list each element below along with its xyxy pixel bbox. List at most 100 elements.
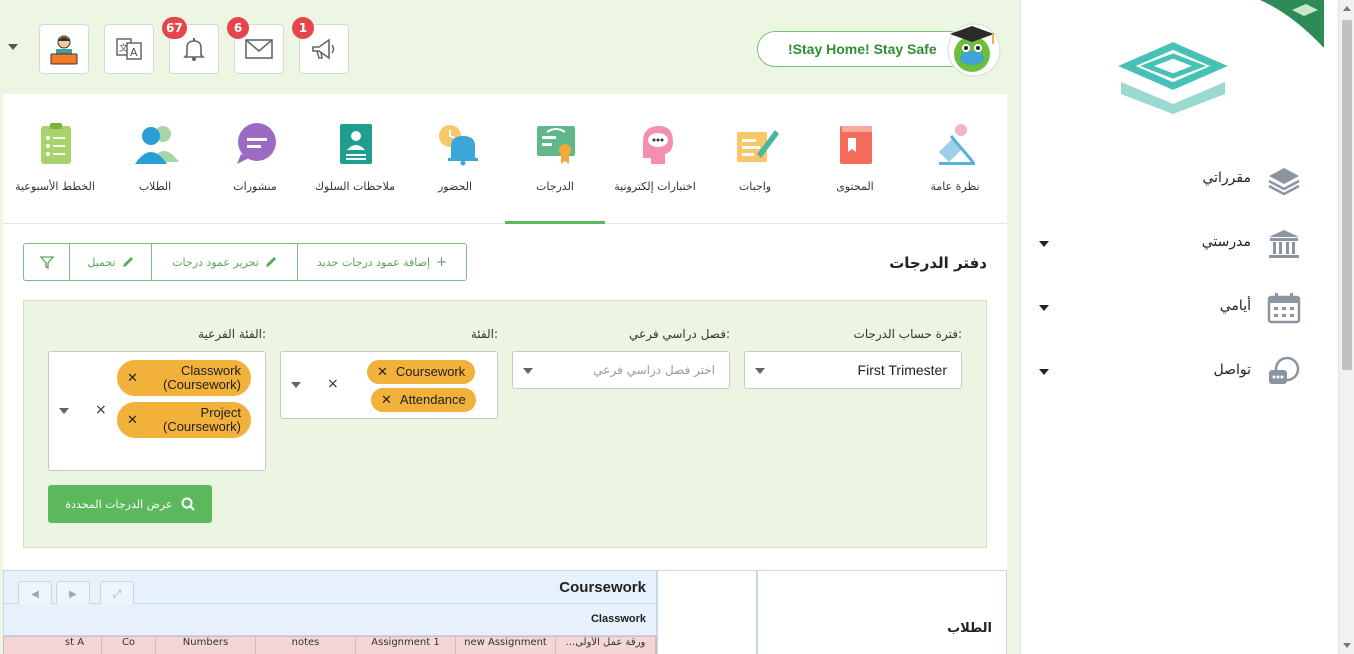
category-chip[interactable]: ✕ Attendance xyxy=(371,388,476,412)
grid-total-column xyxy=(657,570,757,654)
sidebar-item-label: مدرستي xyxy=(1201,234,1251,250)
language-button[interactable]: A 文 xyxy=(104,24,154,74)
megaphone-icon xyxy=(312,38,335,60)
scrollbar-thumb[interactable] xyxy=(1342,20,1352,370)
pencil-icon xyxy=(122,257,133,267)
speech-bubble-icon xyxy=(237,123,276,164)
chevron-down-icon xyxy=(1039,305,1049,311)
show-grades-button[interactable]: عرض الدرجات المحددة xyxy=(48,485,212,523)
scroll-down-icon[interactable] xyxy=(1343,643,1351,648)
column-header[interactable]: Assignment 1 xyxy=(356,637,456,654)
tab-posts[interactable]: منشورات xyxy=(205,94,305,224)
page-scrollbar[interactable] xyxy=(1338,0,1354,654)
sidebar-item-label: تواصل xyxy=(1213,362,1251,378)
subterm-label: فصل دراسي فرعي: xyxy=(629,327,730,341)
tab-students[interactable]: الطلاب xyxy=(105,94,205,224)
sub-header-text: Classwork xyxy=(590,613,646,625)
tab-content[interactable]: المحتوى xyxy=(805,94,905,224)
stay-home-banner: !Stay Home! Stay Safe xyxy=(757,31,967,67)
main-area: A 文 67 6 1 !Stay Home! Stay Safe نظرة عا… xyxy=(0,0,1020,654)
grid-students-column: الطلاب xyxy=(757,570,1007,654)
calendar-icon xyxy=(1267,293,1301,324)
remove-chip-icon[interactable]: ✕ xyxy=(127,413,138,427)
chevron-down-icon xyxy=(523,368,533,374)
column-header[interactable]: Numbers xyxy=(156,637,256,654)
teacher-avatar-icon xyxy=(50,35,78,65)
column-header[interactable]: notes xyxy=(256,637,356,654)
tab-overview[interactable]: نظرة عامة xyxy=(905,94,1005,224)
certificate-icon xyxy=(537,126,575,164)
tab-label: الحضور xyxy=(437,180,473,193)
subcategory-chip[interactable]: ✕ Classwork (Coursework) xyxy=(117,360,251,396)
remove-chip-icon[interactable]: ✕ xyxy=(127,371,138,385)
notifications-button[interactable]: 67 xyxy=(162,17,219,74)
column-header[interactable]: new Assignment xyxy=(456,637,556,654)
pencil-icon xyxy=(265,257,276,267)
book-icon xyxy=(840,126,872,164)
stay-home-text: !Stay Home! Stay Safe xyxy=(788,41,937,57)
sidebar-item-my-courses[interactable]: مقرراتي xyxy=(1021,160,1325,200)
chip-label: Coursework xyxy=(395,364,466,379)
announcements-badge: 1 xyxy=(292,17,314,39)
tab-label: اختبارات إلكترونية xyxy=(614,180,696,193)
sidebar-item-my-days[interactable]: أيامي xyxy=(1021,288,1325,328)
id-card-icon xyxy=(340,124,372,164)
column-header[interactable]: Co xyxy=(102,637,156,654)
category-multiselect[interactable]: ✕ Coursework ✕ Attendance × xyxy=(280,351,498,419)
tab-behavior-notes[interactable]: ملاحظات السلوك xyxy=(305,94,405,224)
messages-button[interactable]: 6 xyxy=(227,17,284,74)
show-grades-label: عرض الدرجات المحددة xyxy=(65,497,173,511)
scroll-up-icon[interactable] xyxy=(1343,6,1351,11)
add-column-button[interactable]: إضافة عمود درجات جديد + xyxy=(298,244,466,280)
tab-assignments[interactable]: واجبات xyxy=(705,94,805,224)
filter-button[interactable] xyxy=(24,244,70,280)
chat-icon xyxy=(1269,356,1300,384)
chevron-left-icon: ◀ xyxy=(31,588,39,600)
sidebar-item-label: أيامي xyxy=(1219,298,1251,314)
edit-column-button[interactable]: تحرير عمود درجات xyxy=(152,244,298,280)
chip-label-line1: Classwork xyxy=(181,363,241,378)
tab-label: المحتوى xyxy=(836,180,874,193)
clear-all-icon[interactable]: × xyxy=(327,376,339,392)
tab-grades[interactable]: الدرجات xyxy=(505,94,605,224)
chevron-down-icon xyxy=(59,408,69,414)
sidebar-item-my-school[interactable]: مدرستي xyxy=(1021,224,1325,264)
category-label: الفئة: xyxy=(470,327,498,341)
upload-button[interactable]: تحميل xyxy=(70,244,152,280)
clear-all-icon[interactable]: × xyxy=(95,402,107,418)
column-header[interactable]: st A xyxy=(48,637,102,654)
sidebar-item-communication[interactable]: تواصل xyxy=(1021,352,1325,392)
period-select[interactable]: First Trimester xyxy=(744,351,962,389)
students-header: الطلاب xyxy=(947,621,992,636)
subterm-select[interactable]: اختر فصل دراسي فرعي xyxy=(512,351,730,389)
remove-chip-icon[interactable]: ✕ xyxy=(381,393,392,407)
tab-label: واجبات xyxy=(738,180,772,193)
sidebar: مقرراتي مدرستي أيامي تواصل xyxy=(1020,0,1324,654)
plus-icon: + xyxy=(436,254,447,270)
top-bar: A 文 67 6 1 !Stay Home! Stay Safe xyxy=(0,0,1020,92)
grid-group-header: ◀ ▶ ⤢ Coursework xyxy=(3,570,657,607)
grades-grid: ◀ ▶ ⤢ Coursework Classwork ...ورقة عمل ا… xyxy=(3,570,1007,654)
chevron-down-icon xyxy=(1039,241,1049,247)
chevron-right-icon: ▶ xyxy=(69,588,77,600)
search-icon xyxy=(181,497,195,511)
column-header[interactable]: ...ورقة عمل الأولى xyxy=(556,637,656,654)
subcategory-chip[interactable]: ✕ Project (Coursework) xyxy=(117,402,251,438)
school-logo-icon xyxy=(1118,42,1228,114)
funnel-icon xyxy=(39,256,54,269)
subcategory-multiselect[interactable]: ✕ Classwork (Coursework) ✕ Project (Cour… xyxy=(48,351,266,471)
clipboard-list-icon xyxy=(41,123,71,164)
profile-menu-caret-icon[interactable] xyxy=(8,44,18,50)
tab-online-quizzes[interactable]: اختبارات إلكترونية xyxy=(605,94,705,224)
chip-label-line2: (Coursework) xyxy=(162,377,241,392)
chip-label: Attendance xyxy=(399,392,466,407)
announcements-button[interactable]: 1 xyxy=(292,17,349,74)
category-chip[interactable]: ✕ Coursework xyxy=(367,360,476,384)
profile-button[interactable] xyxy=(39,24,89,74)
chip-label-line2: (Coursework) xyxy=(162,419,241,434)
tab-weekly-plans[interactable]: الخطط الأسبوعية xyxy=(5,94,105,224)
tab-attendance[interactable]: الحضور xyxy=(405,94,505,224)
remove-chip-icon[interactable]: ✕ xyxy=(377,365,388,379)
notifications-badge: 67 xyxy=(162,17,187,39)
svg-text:A: A xyxy=(130,46,138,59)
